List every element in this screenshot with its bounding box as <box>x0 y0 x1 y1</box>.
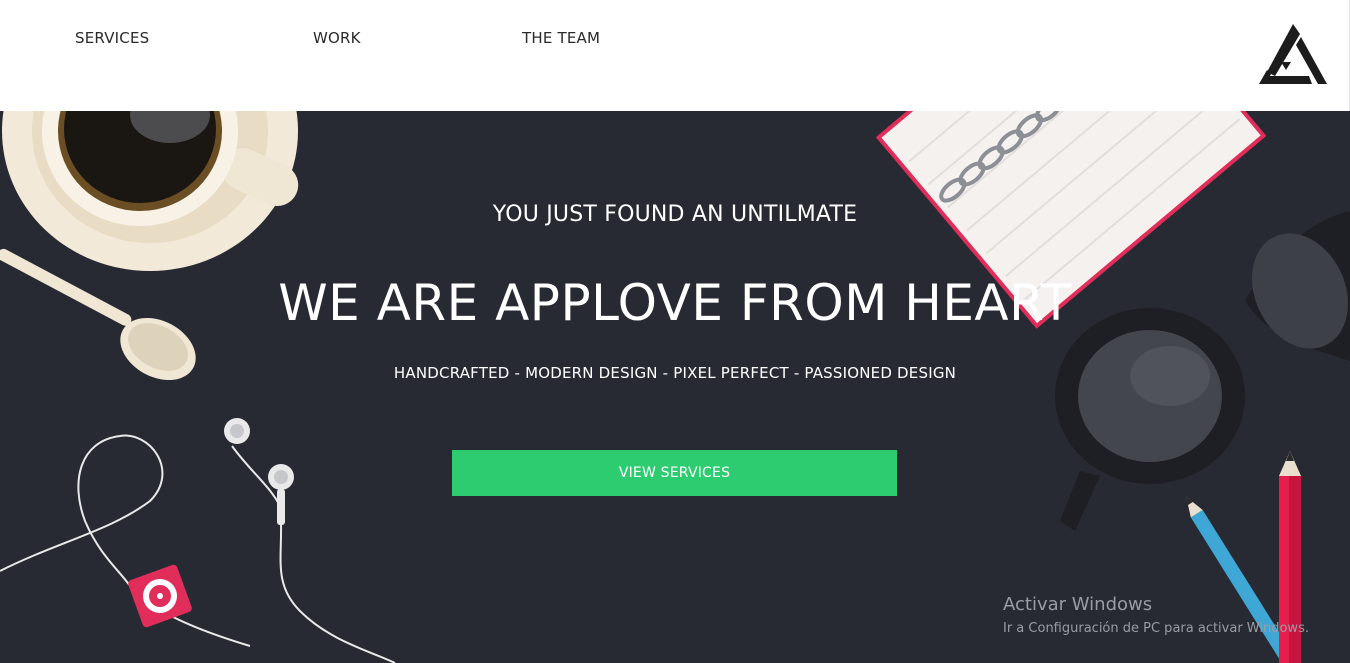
hero-kicker: YOU JUST FOUND AN UNTILMATE <box>492 202 858 227</box>
hero-tagline: HANDCRAFTED - MODERN DESIGN - PIXEL PERF… <box>393 364 957 382</box>
windows-activation-watermark: Activar Windows Ir a Configuración de PC… <box>1003 593 1309 639</box>
coffee-cup-icon <box>2 111 299 271</box>
view-services-button[interactable]: VIEW SERVICES <box>452 450 897 496</box>
nav-item-work[interactable]: WORK <box>313 28 361 48</box>
watermark-title: Activar Windows <box>1003 594 1153 615</box>
earphones-icon <box>0 434 396 663</box>
nav-item-services[interactable]: SERVICES <box>75 28 149 48</box>
earbud-left <box>224 418 250 444</box>
watermark-subtitle: Ir a Configuración de PC para activar Wi… <box>1003 621 1309 636</box>
landing-page: SERVICES WORK THE TEAM YOU JUST FOUND AN… <box>0 0 1350 663</box>
music-player-icon <box>128 564 192 628</box>
top-nav: SERVICES WORK THE TEAM <box>0 0 1350 111</box>
triangle-recycle-icon[interactable] <box>1257 22 1329 86</box>
hero-section: YOU JUST FOUND AN UNTILMATE WE ARE APPLO… <box>0 111 1350 663</box>
hero-title: WE ARE APPLOVE FROM HEART <box>278 274 1072 332</box>
nav-item-the-team[interactable]: THE TEAM <box>522 28 600 48</box>
hero-decor <box>0 111 1350 663</box>
